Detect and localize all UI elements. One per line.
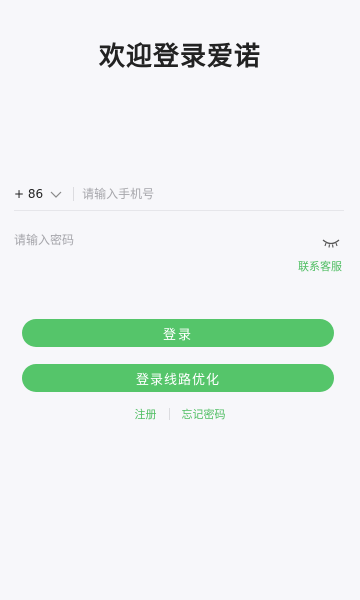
password-input-row <box>14 226 344 254</box>
country-code-selector[interactable]: + 86 <box>14 187 63 201</box>
country-code-label: + 86 <box>14 187 44 201</box>
phone-input-row: + 86 <box>14 178 344 211</box>
password-input[interactable] <box>14 230 322 250</box>
links-divider <box>168 408 170 420</box>
contact-support-link[interactable]: 联系客服 <box>298 258 342 274</box>
phone-input[interactable] <box>82 184 344 204</box>
bottom-links: 注册 忘记密码 <box>0 406 360 422</box>
login-button[interactable]: 登录 <box>22 319 334 347</box>
page-title: 欢迎登录爱诺 <box>98 42 261 72</box>
chevron-down-icon <box>49 189 63 199</box>
login-screen: 欢迎登录爱诺 + 86 联系客服 登录 登录线路优化 <box>0 0 360 600</box>
route-optimize-button[interactable]: 登录线路优化 <box>22 364 334 392</box>
forgot-password-link[interactable]: 忘记密码 <box>182 406 226 422</box>
eye-closed-icon[interactable] <box>322 234 340 248</box>
register-link[interactable]: 注册 <box>135 406 157 422</box>
country-divider <box>73 187 75 201</box>
